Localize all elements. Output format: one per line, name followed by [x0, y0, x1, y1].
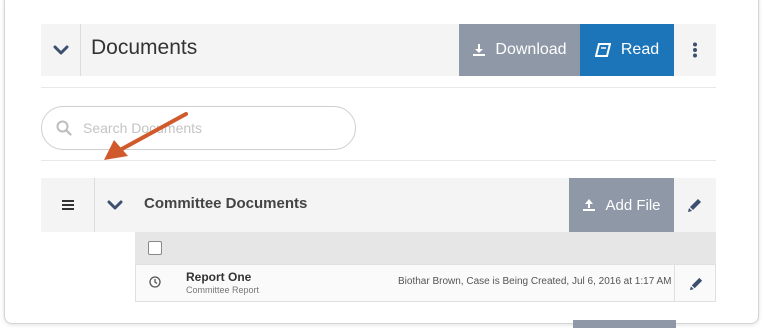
edit-document-button[interactable] [674, 265, 717, 301]
document-name[interactable]: Report One [186, 270, 251, 284]
book-icon [594, 43, 611, 57]
add-file-button-label: Add File [605, 196, 661, 214]
pencil-icon [688, 199, 701, 212]
search-icon [56, 120, 72, 136]
read-button-label: Read [620, 41, 660, 58]
read-button[interactable]: Read [580, 24, 674, 76]
page-title: Documents [91, 36, 198, 59]
collapse-folder-toggle[interactable] [95, 178, 135, 232]
select-all-checkbox[interactable] [148, 241, 162, 255]
more-options-button[interactable] [674, 24, 716, 76]
chevron-down-icon [107, 200, 123, 210]
upload-icon [583, 199, 596, 211]
download-button-label: Download [495, 41, 567, 58]
vertical-dots-icon [693, 42, 697, 58]
folder-title: Committee Documents [144, 195, 308, 212]
folder-row: Committee Documents Add File [41, 178, 716, 232]
documents-header: Documents Download Read [41, 24, 716, 76]
chevron-down-icon [53, 45, 68, 55]
document-type: Committee Report [186, 285, 260, 295]
folder-menu-button[interactable] [41, 178, 95, 232]
edit-folder-button[interactable] [674, 178, 716, 232]
download-button[interactable]: Download [459, 24, 580, 76]
header-divider [41, 87, 716, 88]
search-box[interactable] [41, 106, 356, 150]
document-meta: Biothar Brown, Case is Being Created, Ju… [398, 276, 672, 287]
pencil-icon [689, 277, 702, 290]
download-icon [473, 44, 486, 56]
documents-table-header [135, 232, 716, 264]
table-row[interactable]: Report One Committee Report Biothar Brow… [135, 264, 716, 302]
arrow-icon [104, 112, 188, 160]
collapse-documents-toggle[interactable] [41, 24, 81, 76]
hamburger-icon [61, 200, 74, 210]
clock-icon [149, 276, 161, 288]
add-file-button[interactable]: Add File [569, 178, 674, 232]
